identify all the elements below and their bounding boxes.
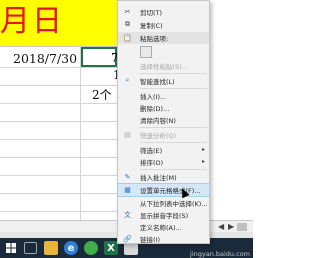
menu-item-icon-placeholder [121, 114, 134, 125]
menu-item-copy[interactable]: ⧉ 复制(C) [118, 19, 209, 31]
menu-item-label: 插入(I)... [140, 92, 167, 101]
menu-item-label: 剪切(T) [140, 8, 163, 17]
menu-separator [140, 169, 207, 170]
gridline [0, 103, 118, 104]
windows-start-icon[interactable] [4, 241, 18, 255]
context-menu: ✂ 剪切(T) ⧉ 复制(C) 📋 粘贴选项: 选择性粘贴(S)... ⌕ 智能… [117, 0, 210, 244]
comment-icon: ✎ [124, 172, 131, 181]
menu-item-label: 粘贴选项: [140, 34, 169, 43]
menu-item-insert-comment[interactable]: ✎ 插入批注(M) [118, 171, 209, 183]
menu-item-label: 排序(O) [140, 158, 164, 167]
menu-item-icon-placeholder [121, 197, 134, 208]
scroll-thumb[interactable] [237, 223, 247, 231]
chevron-right-icon: ▸ [201, 146, 205, 154]
menu-separator [140, 73, 207, 74]
scissors-icon: ✂ [124, 7, 131, 16]
paste-option-icon [140, 46, 152, 58]
paste-icon: 📋 [123, 33, 132, 42]
menu-separator [140, 88, 207, 89]
gridline [0, 157, 118, 158]
menu-item-pick-from-list[interactable]: 从下拉列表中选择(K)... [118, 197, 209, 209]
search-icon: ⌕ [125, 76, 130, 85]
gridline [0, 121, 118, 122]
menu-item-link[interactable]: 🔗 链接(I) [118, 233, 209, 245]
menu-item-label: 复制(C) [140, 21, 163, 30]
menu-item-paste-option[interactable] [118, 45, 209, 59]
menu-item-insert[interactable]: 插入(I)... [118, 90, 209, 102]
watermark: jingyan.baidu.com [190, 250, 250, 258]
menu-item-define-name[interactable]: 定义名称(A)... [118, 221, 209, 233]
menu-item-label: 选择性粘贴(S)... [140, 62, 188, 71]
menu-item-icon-placeholder [121, 156, 134, 167]
menu-item-icon-placeholder [121, 102, 134, 113]
task-view-icon[interactable] [24, 242, 37, 254]
browser-icon[interactable]: e [64, 241, 78, 255]
menu-item-filter[interactable]: 筛选(E) ▸ [118, 144, 209, 156]
scroll-left-icon[interactable]: ◀ [218, 222, 224, 231]
copy-icon: ⧉ [125, 20, 130, 29]
menu-separator [140, 142, 207, 143]
menu-item-quick-analysis[interactable]: ▤ 快速分析(Q) [118, 129, 209, 141]
menu-item-label: 插入批注(M) [140, 173, 177, 182]
menu-item-paste-special[interactable]: 选择性粘贴(S)... [118, 60, 209, 72]
menu-item-paste-options: 📋 粘贴选项: [118, 32, 209, 44]
gridline [0, 175, 118, 176]
excel-icon[interactable]: X [104, 241, 118, 255]
quick-analysis-icon: ▤ [124, 130, 131, 139]
menu-item-label: 筛选(E) [140, 146, 163, 155]
menu-item-label: 设置单元格格式(F)... [140, 186, 201, 195]
link-icon: 🔗 [123, 234, 132, 243]
column-line [80, 46, 81, 220]
menu-separator [140, 127, 207, 128]
menu-item-label: 清除内容(N) [140, 116, 176, 125]
title-text: 月日 [0, 4, 64, 39]
menu-item-clear-contents[interactable]: 清除内容(N) [118, 114, 209, 126]
gridline [0, 193, 118, 194]
menu-item-label: 显示拼音字段(S) [140, 211, 189, 220]
menu-item-label: 链接(I) [140, 235, 160, 244]
menu-item-icon-placeholder [121, 221, 134, 232]
menu-item-icon-placeholder [121, 90, 134, 101]
format-cells-icon: ▦ [124, 185, 131, 194]
menu-item-label: 智能查找(L) [140, 77, 175, 86]
menu-item-label: 定义名称(A)... [140, 223, 182, 232]
360-icon[interactable] [84, 241, 98, 255]
gridline [0, 211, 118, 212]
menu-item-smart-lookup[interactable]: ⌕ 智能查找(L) [118, 75, 209, 87]
menu-item-icon-placeholder [121, 60, 134, 71]
date-cell[interactable]: 2018/7/30 [13, 51, 77, 66]
menu-item-label: 快速分析(Q) [140, 131, 177, 140]
phonetic-icon: 文 [124, 210, 131, 219]
menu-item-delete[interactable]: 删除(D)... [118, 102, 209, 114]
gridline [0, 139, 118, 140]
menu-item-label: 从下拉列表中选择(K)... [140, 199, 208, 208]
explorer-icon[interactable] [44, 241, 58, 255]
scroll-right-icon[interactable]: ▶ [228, 222, 234, 231]
menu-item-cut[interactable]: ✂ 剪切(T) [118, 6, 209, 18]
chevron-right-icon: ▸ [201, 158, 205, 166]
gridline [0, 67, 118, 68]
menu-item-format-cells[interactable]: ▦ 设置单元格格式(F)... [117, 183, 210, 197]
menu-item-label: 删除(D)... [140, 104, 170, 113]
menu-item-phonetic[interactable]: 文 显示拼音字段(S) [118, 209, 209, 221]
menu-item-icon-placeholder [121, 144, 134, 155]
title-cell[interactable]: 月日 [0, 0, 118, 47]
cell-count[interactable]: 2个 [92, 86, 112, 103]
selected-cell[interactable]: 7 [81, 47, 119, 67]
menu-item-sort[interactable]: 排序(O) ▸ [118, 156, 209, 168]
